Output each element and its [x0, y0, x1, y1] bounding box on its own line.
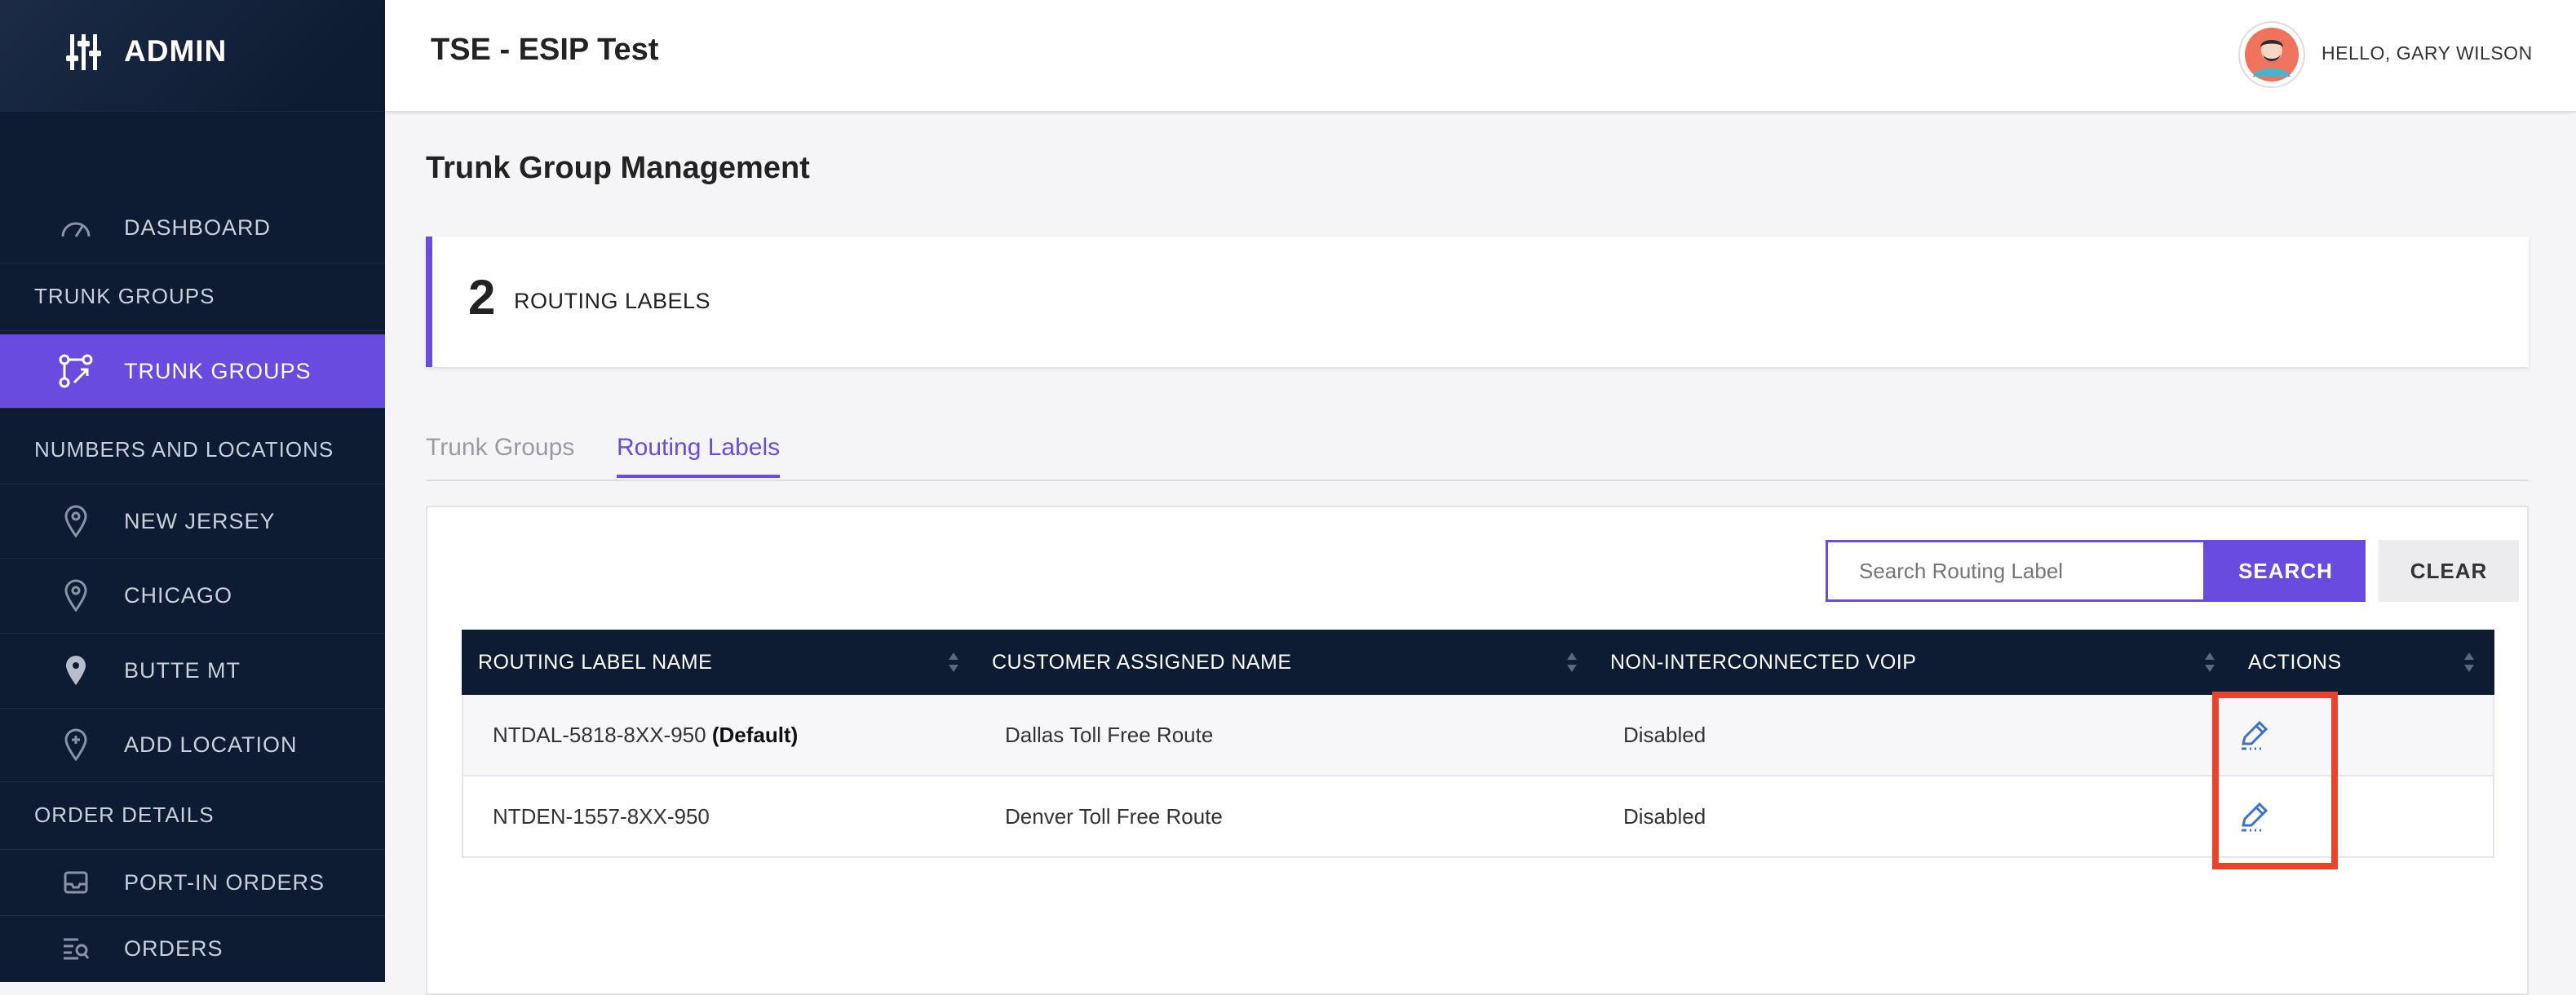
- inbox-icon: [57, 864, 95, 901]
- sidebar-item-new-jersey[interactable]: NEW JERSEY: [0, 484, 385, 559]
- sidebar-item-trunk-groups[interactable]: TRUNK GROUPS: [0, 334, 385, 409]
- routing-labels-count-card: 2 ROUTING LABELS: [426, 237, 2529, 367]
- sidebar-item-label: PORT-IN ORDERS: [124, 869, 325, 895]
- sidebar-item-label: BUTTE MT: [124, 657, 241, 683]
- sort-icon[interactable]: [948, 649, 959, 675]
- section-numbers-locations: NUMBERS AND LOCATIONS: [0, 416, 385, 484]
- search-input[interactable]: [1826, 540, 2206, 602]
- sidebar-item-orders[interactable]: ORDERS: [0, 915, 385, 982]
- count-value: 2: [468, 270, 496, 325]
- column-header-routing-label-name[interactable]: ROUTING LABEL NAME: [478, 630, 712, 695]
- sidebar-item-add-location[interactable]: ADD LOCATION: [0, 708, 385, 782]
- section-trunk-groups: TRUNK GROUPS: [0, 263, 385, 331]
- sidebar-item-port-in-orders[interactable]: PORT-IN ORDERS: [0, 850, 385, 916]
- account-title: TSE - ESIP Test: [431, 33, 659, 67]
- search-button[interactable]: SEARCH: [2206, 540, 2366, 602]
- column-header-customer-assigned-name[interactable]: CUSTOMER ASSIGNED NAME: [992, 630, 1292, 695]
- sort-icon[interactable]: [2204, 649, 2215, 675]
- routing-label-name: NTDEN-1557-8XX-950: [493, 804, 710, 829]
- brand-title: ADMIN: [124, 34, 228, 68]
- map-pin-icon: [57, 502, 95, 540]
- routing-label-name: NTDAL-5818-8XX-950: [493, 723, 706, 747]
- column-header-non-interconnected-voip[interactable]: NON-INTERCONNECTED VOIP: [1610, 630, 1916, 695]
- table-header: ROUTING LABEL NAME CUSTOMER ASSIGNED NAM…: [462, 630, 2494, 695]
- sidebar-item-label: NEW JERSEY: [124, 508, 276, 533]
- sidebar-item-label: TRUNK GROUPS: [124, 358, 312, 383]
- voip-status: Disabled: [1623, 723, 1706, 747]
- sidebar: ADMIN DASHBOARD TRUNK GROUPS TRUNK GROUP…: [0, 0, 385, 982]
- page-title: Trunk Group Management: [426, 151, 810, 185]
- avatar[interactable]: [2238, 21, 2305, 88]
- actions-highlight-box: [2212, 692, 2338, 869]
- sidebar-item-label: ORDERS: [124, 935, 224, 961]
- section-order-details: ORDER DETAILS: [0, 781, 385, 850]
- sidebar-item-label: CHICAGO: [124, 582, 233, 608]
- tab-bar: Trunk Groups Routing Labels: [426, 424, 2529, 481]
- sliders-icon: [66, 34, 101, 70]
- table-row: NTDEN-1557-8XX-950 Denver Toll Free Rout…: [462, 776, 2494, 858]
- map-pin-icon: [57, 577, 95, 614]
- speedometer-icon: [57, 209, 95, 246]
- list-search-icon: [57, 930, 95, 967]
- customer-assigned-name: Dallas Toll Free Route: [1005, 723, 1214, 747]
- map-pin-filled-icon: [57, 652, 95, 689]
- voip-status: Disabled: [1623, 804, 1706, 829]
- sidebar-item-label: ADD LOCATION: [124, 732, 298, 757]
- table-row: NTDAL-5818-8XX-950 (Default) Dallas Toll…: [462, 695, 2494, 776]
- top-bar: TSE - ESIP Test HELLO, GARY WILSON: [385, 0, 2576, 111]
- user-greeting[interactable]: HELLO, GARY WILSON: [2321, 42, 2533, 64]
- sort-icon[interactable]: [2463, 649, 2475, 675]
- brand[interactable]: ADMIN: [0, 0, 385, 112]
- sidebar-item-label: DASHBOARD: [124, 214, 272, 240]
- clear-button[interactable]: CLEAR: [2379, 540, 2519, 602]
- tab-routing-labels[interactable]: Routing Labels: [617, 434, 781, 478]
- count-label: ROUTING LABELS: [514, 289, 711, 313]
- routing-label-name-cell: NTDAL-5818-8XX-950 (Default): [493, 695, 798, 775]
- default-tag: (Default): [711, 723, 799, 747]
- sidebar-item-butte-mt[interactable]: BUTTE MT: [0, 633, 385, 709]
- sidebar-item-chicago[interactable]: CHICAGO: [0, 558, 385, 634]
- sidebar-item-dashboard[interactable]: DASHBOARD: [0, 192, 385, 263]
- column-header-actions: ACTIONS: [2248, 651, 2342, 674]
- branch-icon: [57, 352, 95, 390]
- sort-icon[interactable]: [1566, 649, 1578, 675]
- tab-trunk-groups[interactable]: Trunk Groups: [426, 434, 574, 475]
- map-pin-plus-icon: [57, 726, 95, 763]
- customer-assigned-name: Denver Toll Free Route: [1005, 804, 1223, 829]
